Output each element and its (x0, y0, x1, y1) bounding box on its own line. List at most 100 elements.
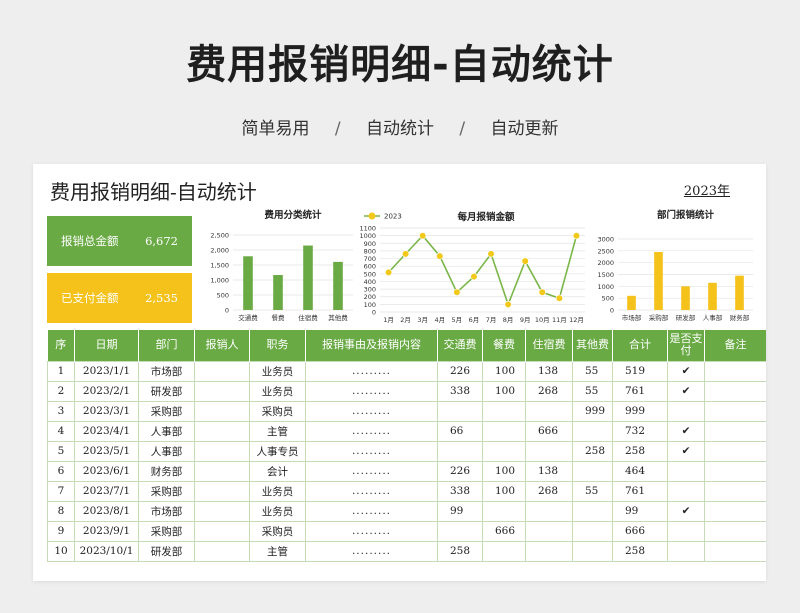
table-cell[interactable]: 226 (437, 360, 483, 382)
table-cell[interactable] (572, 520, 613, 542)
paid-check-cell[interactable] (667, 480, 705, 502)
table-cell[interactable]: 人事专员 (249, 440, 306, 462)
table-cell[interactable]: 4 (47, 420, 75, 442)
column-header[interactable]: 部门 (138, 330, 195, 361)
table-cell[interactable]: 138 (525, 360, 573, 382)
table-cell[interactable]: 999 (572, 400, 613, 422)
table-cell[interactable] (704, 540, 766, 562)
table-row[interactable]: 6 2023/6/1 财务部 会计......... 226 100 138 464 (47, 460, 766, 482)
column-header[interactable]: 是否支付 (667, 330, 705, 361)
table-cell[interactable] (572, 460, 613, 482)
table-cell[interactable]: ......... (305, 360, 438, 382)
table-cell[interactable] (437, 440, 483, 462)
table-cell[interactable] (194, 440, 250, 462)
paid-check-cell[interactable]: ✔ (667, 500, 705, 522)
column-header[interactable]: 餐费 (482, 330, 526, 361)
table-cell[interactable]: 2023/6/1 (74, 460, 139, 482)
table-cell[interactable]: 2023/1/1 (74, 360, 139, 382)
paid-check-cell[interactable]: ✔ (667, 360, 705, 382)
table-cell[interactable] (704, 440, 766, 462)
table-row[interactable]: 5 2023/5/1 人事部 人事专员......... 258 258 ✔ (47, 440, 766, 462)
table-cell[interactable]: ......... (305, 460, 438, 482)
column-header[interactable]: 住宿费 (525, 330, 573, 361)
paid-check-cell[interactable] (667, 540, 705, 562)
table-cell[interactable]: 研发部 (138, 380, 195, 402)
table-cell[interactable]: 100 (482, 480, 526, 502)
table-cell[interactable] (482, 400, 526, 422)
column-header[interactable]: 备注 (704, 330, 766, 361)
paid-check-cell[interactable]: ✔ (667, 380, 705, 402)
paid-check-cell[interactable] (667, 520, 705, 542)
table-cell[interactable] (704, 380, 766, 402)
table-cell[interactable] (194, 460, 250, 482)
table-cell[interactable] (704, 460, 766, 482)
table-cell[interactable]: 人事部 (138, 440, 195, 462)
table-cell[interactable]: 258 (612, 540, 668, 562)
table-cell[interactable]: 业务员 (249, 500, 306, 522)
table-cell[interactable]: 业务员 (249, 380, 306, 402)
table-cell[interactable] (704, 420, 766, 442)
table-cell[interactable]: 2 (47, 380, 75, 402)
table-cell[interactable]: 采购员 (249, 520, 306, 542)
table-cell[interactable]: 100 (482, 360, 526, 382)
table-cell[interactable] (194, 480, 250, 502)
table-cell[interactable] (194, 380, 250, 402)
table-cell[interactable]: 8 (47, 500, 75, 522)
table-row[interactable]: 8 2023/8/1 市场部 业务员......... 99 99 ✔ (47, 500, 766, 522)
table-cell[interactable]: 采购员 (249, 400, 306, 422)
table-cell[interactable]: 268 (525, 480, 573, 502)
table-cell[interactable]: ......... (305, 440, 438, 462)
table-cell[interactable] (525, 400, 573, 422)
table-cell[interactable]: 采购部 (138, 400, 195, 422)
paid-check-cell[interactable]: ✔ (667, 440, 705, 462)
table-cell[interactable] (194, 420, 250, 442)
table-row[interactable]: 2 2023/2/1 研发部 业务员......... 338 100 268 55 761 ✔ (47, 380, 766, 402)
table-cell[interactable] (704, 500, 766, 522)
table-cell[interactable] (482, 420, 526, 442)
table-cell[interactable] (704, 480, 766, 502)
table-cell[interactable]: 464 (612, 460, 668, 482)
table-cell[interactable]: 财务部 (138, 460, 195, 482)
table-cell[interactable] (525, 440, 573, 462)
table-cell[interactable]: 999 (612, 400, 668, 422)
table-cell[interactable]: 99 (612, 500, 668, 522)
table-cell[interactable] (482, 500, 526, 522)
table-cell[interactable]: 2023/4/1 (74, 420, 139, 442)
table-cell[interactable] (572, 540, 613, 562)
table-cell[interactable]: 2023/9/1 (74, 520, 139, 542)
table-cell[interactable]: 666 (525, 420, 573, 442)
column-header[interactable]: 日期 (74, 330, 139, 361)
paid-check-cell[interactable] (667, 460, 705, 482)
table-cell[interactable]: 2023/8/1 (74, 500, 139, 522)
table-cell[interactable] (194, 540, 250, 562)
table-cell[interactable]: 55 (572, 360, 613, 382)
table-cell[interactable]: 会计 (249, 460, 306, 482)
table-cell[interactable]: 2023/10/1 (74, 540, 139, 562)
table-cell[interactable]: 5 (47, 440, 75, 462)
table-cell[interactable]: 100 (482, 460, 526, 482)
table-cell[interactable]: 338 (437, 380, 483, 402)
column-header[interactable]: 交通费 (437, 330, 483, 361)
column-header[interactable]: 序 (47, 330, 75, 361)
table-cell[interactable]: 666 (482, 520, 526, 542)
table-cell[interactable]: ......... (305, 420, 438, 442)
paid-check-cell[interactable] (667, 400, 705, 422)
column-header[interactable]: 报销事由及报销内容 (305, 330, 438, 361)
table-cell[interactable]: 业务员 (249, 480, 306, 502)
table-cell[interactable]: ......... (305, 540, 438, 562)
table-cell[interactable] (704, 360, 766, 382)
table-cell[interactable]: 1 (47, 360, 75, 382)
table-cell[interactable]: 采购部 (138, 520, 195, 542)
table-cell[interactable]: 7 (47, 480, 75, 502)
table-cell[interactable]: 3 (47, 400, 75, 422)
table-cell[interactable]: 66 (437, 420, 483, 442)
table-cell[interactable]: 666 (612, 520, 668, 542)
table-cell[interactable]: 主管 (249, 540, 306, 562)
table-row[interactable]: 9 2023/9/1 采购部 采购员......... 666 666 (47, 520, 766, 542)
table-cell[interactable]: 主管 (249, 420, 306, 442)
table-row[interactable]: 7 2023/7/1 采购部 业务员......... 338 100 268 55 761 (47, 480, 766, 502)
table-cell[interactable]: 10 (47, 540, 75, 562)
table-cell[interactable]: ......... (305, 500, 438, 522)
table-cell[interactable]: 55 (572, 480, 613, 502)
table-cell[interactable] (572, 420, 613, 442)
